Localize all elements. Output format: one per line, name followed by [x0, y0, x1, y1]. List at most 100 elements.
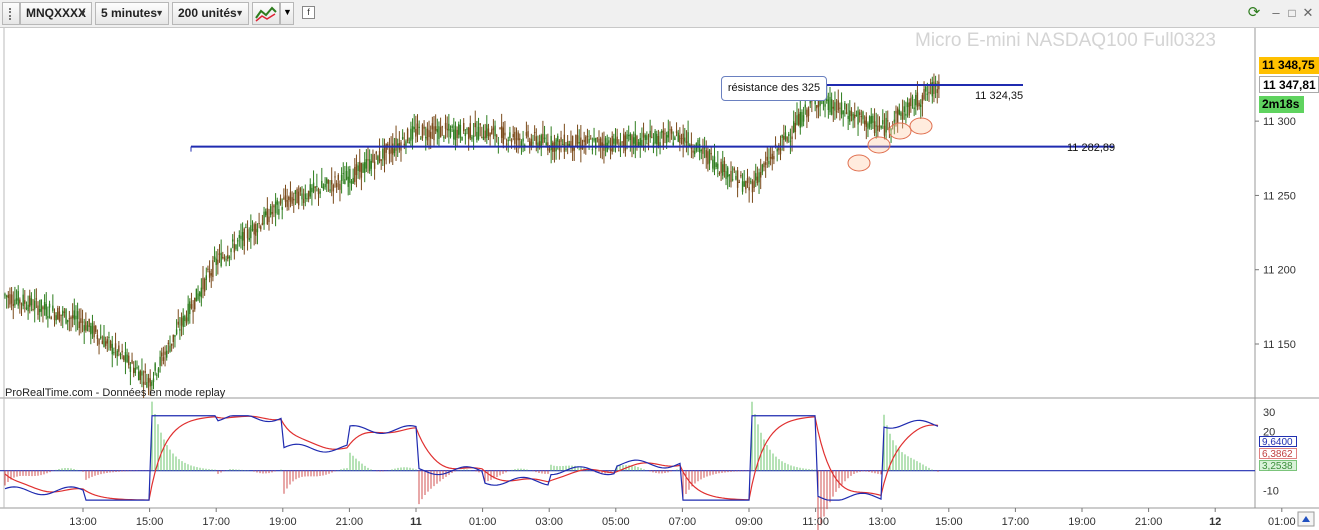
- candle-body: [895, 110, 897, 114]
- time-tick-label: 11: [410, 516, 422, 528]
- units-dropdown[interactable]: 200 unités ▼: [172, 2, 249, 25]
- support-level-label: 11 282,89: [1067, 142, 1116, 154]
- candle-body: [657, 136, 660, 146]
- candle-body: [583, 139, 585, 143]
- candle-body: [763, 163, 765, 168]
- candle-body: [735, 175, 737, 180]
- candle-body: [535, 136, 537, 145]
- candle-body: [174, 335, 176, 337]
- candle-body: [131, 359, 133, 364]
- candle-body: [228, 256, 231, 259]
- candle-body: [662, 130, 665, 147]
- candle-body: [431, 123, 434, 130]
- candle-body: [651, 136, 653, 138]
- candle-body: [337, 175, 339, 180]
- candle-body: [55, 315, 57, 321]
- candle-body: [847, 116, 849, 120]
- candle-body: [850, 110, 853, 117]
- time-tick-label: 09:00: [735, 516, 763, 528]
- candle-body: [496, 135, 498, 137]
- candle-body: [187, 303, 189, 322]
- candle-body: [296, 188, 298, 204]
- candle-body: [512, 134, 514, 137]
- candle-body: [901, 112, 904, 120]
- candle-body: [454, 125, 457, 141]
- candle-body: [862, 111, 864, 120]
- candle-body: [659, 142, 661, 146]
- candle-body: [494, 125, 496, 137]
- candle-body: [291, 197, 293, 204]
- candle-body: [906, 102, 909, 108]
- candle-body: [751, 181, 754, 193]
- candle-body: [411, 126, 414, 140]
- chart-canvas[interactable]: 3020-10 11 30011 25011 20011 150 13:00 15…: [0, 28, 1319, 530]
- symbol-selector[interactable]: [2, 2, 20, 25]
- candle-body: [489, 133, 491, 137]
- candle-body: [557, 135, 559, 142]
- candle-body: [109, 340, 112, 348]
- candle-body: [299, 188, 302, 192]
- candle-body: [596, 137, 599, 139]
- candle-body: [631, 135, 633, 146]
- candle-body: [266, 208, 269, 225]
- timeframe-dropdown[interactable]: 5 minutes ▼: [95, 2, 169, 25]
- candle-body: [674, 137, 676, 140]
- candle-body: [121, 350, 123, 353]
- close-icon[interactable]: ✕: [1300, 5, 1316, 21]
- candle-body: [920, 104, 922, 108]
- candle-body: [261, 222, 264, 226]
- candle-body: [629, 133, 632, 141]
- candle-body: [824, 104, 826, 107]
- chart-style-button[interactable]: [252, 2, 280, 25]
- candle-body: [565, 148, 567, 150]
- candle-body: [251, 229, 254, 231]
- candle-body: [656, 133, 658, 145]
- time-tick-label: 21:00: [336, 516, 364, 528]
- candle-body: [425, 137, 427, 139]
- candle-body: [703, 147, 706, 149]
- candle-body: [233, 243, 236, 253]
- candle-body: [309, 184, 311, 197]
- timeframe-label: 5 minutes: [101, 6, 158, 20]
- candle-body: [525, 132, 528, 136]
- candle-body: [575, 135, 577, 147]
- candle-body: [129, 366, 132, 373]
- candle-body: [311, 187, 313, 193]
- candle-body: [101, 340, 104, 344]
- refresh-icon[interactable]: ⟳: [1246, 5, 1262, 21]
- candle-body: [758, 172, 760, 183]
- candle-body: [265, 211, 267, 216]
- candle-body: [548, 149, 551, 151]
- chevron-down-icon: ▼: [283, 7, 292, 17]
- candle-body: [326, 178, 328, 184]
- candle-body: [182, 315, 184, 328]
- candle-body: [708, 149, 711, 164]
- candle-body: [520, 141, 523, 146]
- candle-body: [665, 135, 668, 144]
- candle-body: [923, 89, 925, 100]
- candle-body: [616, 136, 618, 144]
- candle-body: [164, 351, 166, 355]
- candle-body: [350, 181, 353, 184]
- minimize-icon[interactable]: –: [1268, 5, 1284, 21]
- candle-body: [403, 143, 405, 146]
- candle-body: [395, 138, 397, 151]
- candle-body: [38, 308, 41, 313]
- maximize-icon[interactable]: □: [1284, 5, 1300, 21]
- candle-body: [670, 129, 673, 134]
- annotation-box[interactable]: résistance des 325: [721, 76, 827, 101]
- chart-style-dropdown[interactable]: ▼: [280, 2, 294, 25]
- scroll-right-icon[interactable]: [1297, 511, 1315, 527]
- candle-body: [29, 295, 31, 307]
- symbol-dropdown[interactable]: MNQXXXX ▼: [20, 2, 92, 25]
- candle-body: [446, 128, 448, 131]
- candle-body: [25, 307, 28, 310]
- candle-body: [865, 116, 867, 127]
- marker-ellipse: [909, 117, 933, 135]
- indicators-icon[interactable]: f: [302, 6, 315, 19]
- candle-body: [392, 143, 394, 155]
- candle-body: [288, 196, 290, 200]
- candle-body: [908, 102, 910, 116]
- candle-body: [104, 341, 107, 346]
- candle-body: [639, 138, 641, 146]
